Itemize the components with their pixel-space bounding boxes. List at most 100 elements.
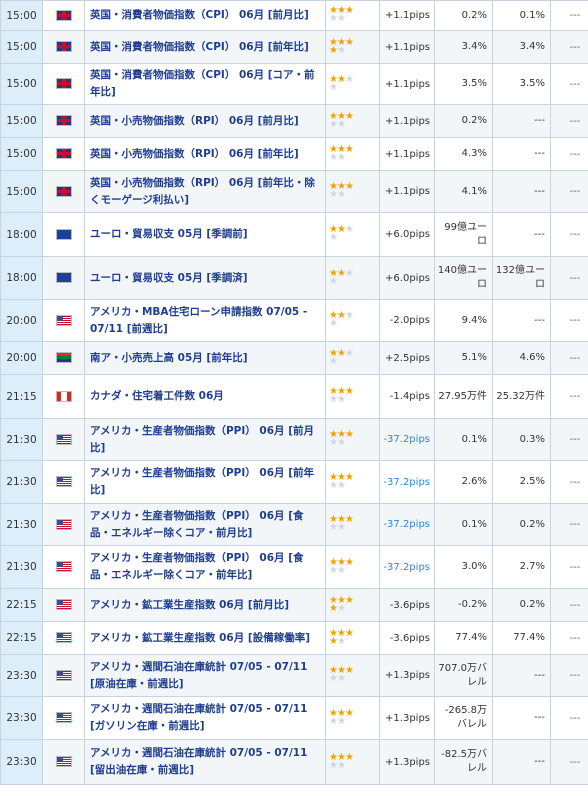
table-row: 15:00 英国・小売物価指数（RPI） 06月 [前年比・除くモーゲージ利払い]… (0, 170, 588, 213)
forecast-value: --- (492, 739, 551, 785)
previous-value: 77.4% (434, 621, 493, 655)
previous-value: -265.8万バレル (434, 696, 493, 740)
country-flag-cell (42, 654, 85, 697)
event-name-link[interactable]: アメリカ・生産者物価指数（PPI） 06月 [食品・エネルギー除くコア・前年比] (90, 552, 304, 581)
forecast-value: --- (492, 137, 551, 171)
event-name-link[interactable]: 英国・小売物価指数（RPI） 06月 [前年比・除くモーゲージ利払い] (90, 177, 315, 206)
event-time: 23:30 (0, 696, 43, 740)
uk-flag-icon (55, 185, 72, 197)
star-filled-icon: ★ (344, 665, 354, 676)
event-name-link[interactable]: アメリカ・生産者物価指数（PPI） 06月 [前年比] (90, 467, 314, 496)
star-empty-icon: ★ (329, 275, 338, 287)
event-name-link[interactable]: 英国・小売物価指数（RPI） 06月 [前月比] (90, 115, 299, 127)
event-name-link[interactable]: アメリカ・鉱工業生産指数 06月 [設備稼働率] (90, 632, 310, 644)
star-filled-icon: ★ (344, 181, 354, 192)
calendar-body: 15:00 英国・消費者物価指数（CPI） 06月 [前月比] ★★★ ★★ +1.1p… (0, 0, 588, 785)
star-empty-icon: ★ (344, 310, 354, 321)
star-filled-icon: ★ (344, 386, 354, 397)
star-filled-icon: ★ (344, 514, 354, 525)
star-empty-icon: ★ (329, 394, 338, 405)
event-name-cell: アメリカ・生産者物価指数（PPI） 06月 [前月比] (84, 418, 326, 461)
star-empty-icon: ★ (336, 151, 346, 163)
result-value: --- (550, 696, 588, 740)
country-flag-cell (42, 503, 85, 546)
event-name-link[interactable]: カナダ・住宅着工件数 06月 (90, 390, 224, 402)
importance-stars: ★★★ ★ (325, 299, 380, 342)
event-name-cell: アメリカ・生産者物価指数（PPI） 06月 [食品・エネルギー除くコア・前年比] (84, 545, 326, 589)
event-name-link[interactable]: 英国・消費者物価指数（CPI） 06月 [前月比] (90, 9, 309, 21)
event-time: 21:30 (0, 503, 43, 546)
star-filled-icon: ★ (344, 594, 354, 606)
previous-value: 0.2% (434, 0, 493, 31)
star-empty-icon: ★ (344, 73, 354, 85)
star-empty-icon: ★ (336, 602, 346, 614)
star-filled-icon: ★ (336, 310, 346, 321)
previous-value: 4.3% (434, 137, 493, 171)
importance-stars: ★★★ ★★ (325, 374, 380, 419)
za-flag-icon (55, 352, 72, 364)
event-name-link[interactable]: アメリカ・週間石油在庫統計 07/05 - 07/11 [留出油在庫・前週比] (90, 747, 307, 776)
event-name-link[interactable]: アメリカ・生産者物価指数（PPI） 06月 [前月比] (90, 425, 314, 454)
result-value: --- (550, 63, 588, 105)
event-name-cell: アメリカ・週間石油在庫統計 07/05 - 07/11 [留出油在庫・前週比] (84, 739, 326, 785)
event-name-link[interactable]: アメリカ・鉱工業生産指数 06月 [前月比] (90, 599, 289, 611)
event-name-link[interactable]: アメリカ・生産者物価指数（PPI） 06月 [食品・エネルギー除くコア・前月比] (90, 510, 304, 539)
event-name-link[interactable]: ユーロ・貿易収支 05月 [季調前] (90, 228, 248, 240)
importance-stars: ★★★ ★ (325, 63, 380, 105)
star-empty-icon: ★ (336, 635, 346, 647)
event-name-link[interactable]: アメリカ・週間石油在庫統計 07/05 - 07/11 [ガソリン在庫・前週比] (90, 703, 307, 732)
result-value: --- (550, 212, 588, 257)
star-empty-icon: ★ (329, 479, 338, 491)
result-value: --- (550, 256, 588, 300)
event-name-link[interactable]: アメリカ・週間石油在庫統計 07/05 - 07/11 [原油在庫・前週比] (90, 661, 307, 690)
us-flag-icon (55, 314, 72, 326)
event-time: 22:15 (0, 588, 43, 622)
country-flag-cell (42, 212, 85, 257)
star-filled-icon: ★ (344, 556, 354, 568)
star-empty-icon: ★ (336, 522, 346, 533)
result-value: --- (550, 460, 588, 504)
star-filled-icon: ★ (344, 707, 354, 719)
uk-flag-icon (55, 78, 72, 90)
table-row: 15:00 英国・消費者物価指数（CPI） 06月 [前月比] ★★★ ★★ +1.1p… (0, 0, 588, 31)
uk-flag-icon (55, 41, 72, 53)
country-flag-cell (42, 545, 85, 589)
event-name-link[interactable]: 英国・小売物価指数（RPI） 06月 [前年比] (90, 148, 299, 160)
event-name-cell: 英国・消費者物価指数（CPI） 06月 [コア・前年比] (84, 63, 326, 105)
previous-value: 0.2% (434, 104, 493, 138)
star-filled-icon: ★ (344, 36, 354, 48)
importance-stars: ★★★ ★ (325, 341, 380, 375)
result-value: --- (550, 299, 588, 342)
previous-value: 140億ユーロ (434, 256, 493, 300)
star-empty-icon: ★ (329, 318, 338, 329)
event-name-cell: カナダ・住宅着工件数 06月 (84, 374, 326, 419)
event-name-cell: アメリカ・週間石油在庫統計 07/05 - 07/11 [原油在庫・前週比] (84, 654, 326, 697)
event-name-link[interactable]: アメリカ・MBA住宅ローン申請指数 07/05 - 07/11 [前週比] (90, 306, 307, 335)
table-row: 21:15 カナダ・住宅着工件数 06月 ★★★ ★★ -1.4pips 27.95万件 2… (0, 374, 588, 419)
star-empty-icon: ★ (329, 564, 338, 576)
pips-change: +1.1pips (379, 170, 435, 213)
pips-change: +1.3pips (379, 739, 435, 785)
result-value: --- (550, 621, 588, 655)
event-name-link[interactable]: 英国・消費者物価指数（CPI） 06月 [前年比] (90, 41, 309, 53)
importance-stars: ★★★ ★★ (325, 104, 380, 138)
result-value: --- (550, 739, 588, 785)
forecast-value: 3.4% (492, 30, 551, 64)
event-name-link[interactable]: ユーロ・貿易収支 05月 [季調済] (90, 272, 248, 284)
star-empty-icon: ★ (329, 759, 338, 771)
pips-change: +1.1pips (379, 63, 435, 105)
event-name-link[interactable]: 英国・消費者物価指数（CPI） 06月 [コア・前年比] (90, 69, 315, 98)
previous-value: 3.4% (434, 30, 493, 64)
forecast-value: 25.32万件 (492, 374, 551, 419)
event-time: 15:00 (0, 30, 43, 64)
star-empty-icon: ★ (336, 13, 346, 24)
star-filled-icon: ★ (344, 627, 354, 639)
star-filled-icon: ★ (344, 429, 354, 440)
result-value: --- (550, 341, 588, 375)
event-name-cell: 英国・小売物価指数（RPI） 06月 [前月比] (84, 104, 326, 138)
result-value: --- (550, 137, 588, 171)
star-filled-icon: ★ (344, 751, 354, 763)
forecast-value: --- (492, 696, 551, 740)
event-name-link[interactable]: 南ア・小売売上高 05月 [前年比] (90, 352, 248, 364)
pips-change: +1.1pips (379, 30, 435, 64)
